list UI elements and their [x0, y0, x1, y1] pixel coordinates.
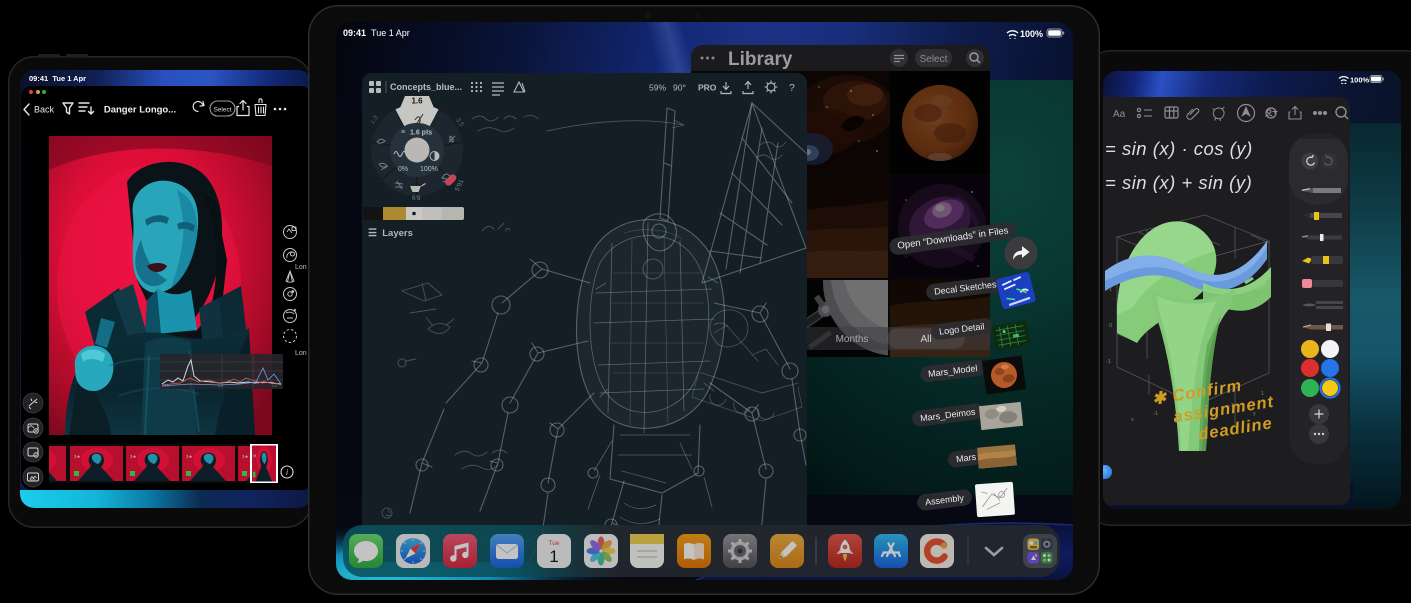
svg-text:Danger Longo...: Danger Longo...: [104, 105, 176, 116]
svg-text:1.0: 1.0: [272, 384, 277, 388]
svg-text:0.5: 0.5: [218, 384, 223, 388]
svg-text:100%: 100%: [1020, 29, 1043, 39]
svg-text:= sin (x) + sin (y): = sin (x) + sin (y): [1105, 172, 1252, 193]
svg-text:-1: -1: [1106, 359, 1111, 365]
svg-text:= sin (x) · cos (y): = sin (x) · cos (y): [1105, 138, 1253, 159]
svg-text:Aa: Aa: [1113, 109, 1126, 120]
svg-text:x: x: [1131, 417, 1134, 423]
svg-text:0: 0: [1109, 323, 1112, 329]
svg-text:i: i: [286, 468, 288, 477]
svg-text:AKA: AKA: [30, 478, 36, 482]
svg-text:0.0: 0.0: [164, 384, 169, 388]
svg-text:100%: 100%: [1350, 76, 1370, 85]
svg-text:Back: Back: [34, 105, 55, 115]
svg-text:Select: Select: [213, 107, 231, 114]
